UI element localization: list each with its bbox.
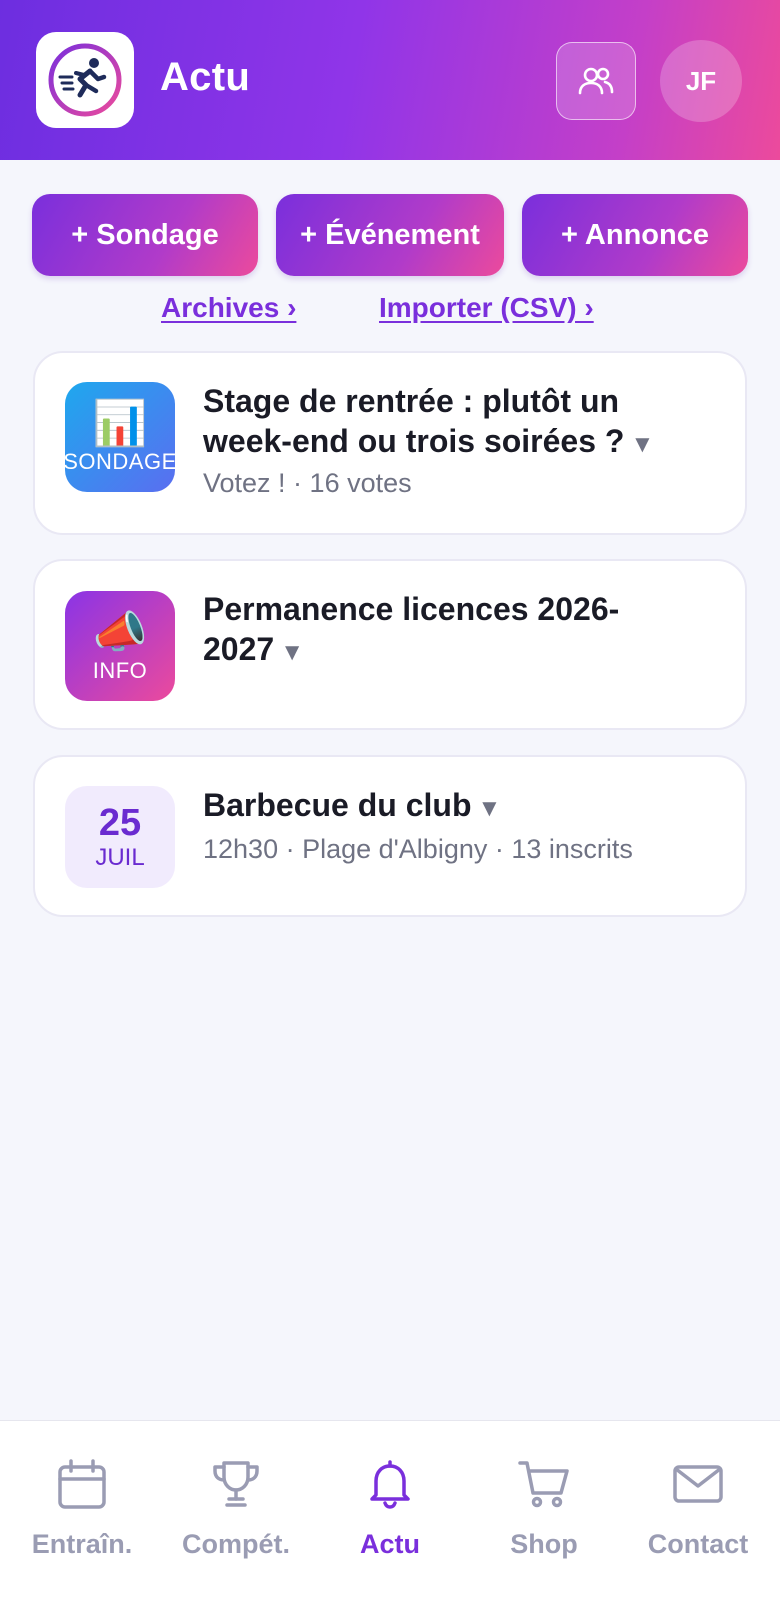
nav-label: Compét. bbox=[182, 1529, 290, 1559]
feed-card-poll[interactable]: 📊 SONDAGE Stage de rentrée : plutôt un w… bbox=[33, 351, 747, 535]
bell-icon bbox=[370, 1460, 410, 1509]
expand-caret-icon[interactable]: ▼ bbox=[478, 795, 502, 822]
poll-title: Stage de rentrée : plutôt un week-end ou… bbox=[203, 383, 625, 459]
nav-item-contact[interactable]: Contact bbox=[620, 1421, 776, 1600]
nav-item-shop[interactable]: Shop bbox=[466, 1421, 622, 1600]
nav-label: Actu bbox=[360, 1529, 420, 1559]
poll-tile-label: SONDAGE bbox=[65, 449, 175, 474]
event-title: Barbecue du club bbox=[203, 787, 472, 823]
members-button[interactable] bbox=[556, 42, 636, 120]
nav-item-competitions[interactable]: Compét. bbox=[158, 1421, 314, 1600]
import-csv-link[interactable]: Importer (CSV) › bbox=[379, 292, 594, 324]
calendar-icon bbox=[58, 1459, 106, 1509]
expand-caret-icon[interactable]: ▼ bbox=[280, 639, 304, 666]
event-date-month: JUIL bbox=[95, 844, 145, 871]
secondary-links: Archives › Importer (CSV) › bbox=[0, 292, 780, 332]
mail-icon bbox=[673, 1465, 723, 1503]
feed-card-info[interactable]: 📣 INFO Permanence licences 2026-2027 ▼ bbox=[33, 559, 747, 730]
nav-label: Contact bbox=[647, 1529, 749, 1559]
page-title: Actu bbox=[160, 55, 251, 99]
archives-link[interactable]: Archives › bbox=[161, 292, 296, 324]
info-tile-label: INFO bbox=[92, 658, 148, 683]
info-tile: 📣 INFO bbox=[65, 591, 175, 701]
nav-label: Entraîn. bbox=[31, 1529, 133, 1559]
event-title-wrap: Barbecue du club ▼ bbox=[203, 785, 705, 829]
megaphone-icon: 📣 bbox=[92, 608, 148, 657]
poll-tile: 📊 SONDAGE bbox=[65, 382, 175, 492]
chart-icon: 📊 bbox=[92, 399, 148, 448]
poll-subtitle: Votez ! · 16 votes bbox=[203, 468, 412, 498]
bottom-navigation: Entraîn. Compét. Actu Shop Contact bbox=[0, 1420, 780, 1600]
event-date-day: 25 bbox=[98, 802, 142, 844]
info-title-wrap: Permanence licences 2026-2027 ▼ bbox=[203, 589, 705, 673]
cart-icon bbox=[518, 1461, 569, 1508]
info-title: Permanence licences 2026-2027 bbox=[203, 591, 620, 667]
runner-logo-icon bbox=[48, 43, 122, 117]
poll-title-wrap: Stage de rentrée : plutôt un week-end ou… bbox=[203, 381, 705, 465]
user-avatar[interactable]: JF bbox=[660, 40, 742, 122]
add-event-button[interactable]: + Événement bbox=[276, 194, 504, 276]
nav-label: Shop bbox=[510, 1529, 578, 1559]
expand-caret-icon[interactable]: ▼ bbox=[630, 431, 654, 458]
add-announcement-button[interactable]: + Annonce bbox=[522, 194, 748, 276]
event-subtitle: 12h30 · Plage d'Albigny · 13 inscrits bbox=[203, 834, 633, 864]
nav-item-news[interactable]: Actu bbox=[312, 1421, 468, 1600]
add-poll-button[interactable]: + Sondage bbox=[32, 194, 258, 276]
feed-card-event[interactable]: 25 JUIL Barbecue du club ▼ 12h30 · Plage … bbox=[33, 755, 747, 917]
event-date-tile: 25 JUIL bbox=[65, 786, 175, 888]
people-icon bbox=[578, 67, 614, 95]
club-logo[interactable] bbox=[36, 32, 134, 128]
nav-item-training[interactable]: Entraîn. bbox=[4, 1421, 160, 1600]
trophy-icon bbox=[213, 1461, 259, 1507]
app-header: Actu JF bbox=[0, 0, 780, 160]
